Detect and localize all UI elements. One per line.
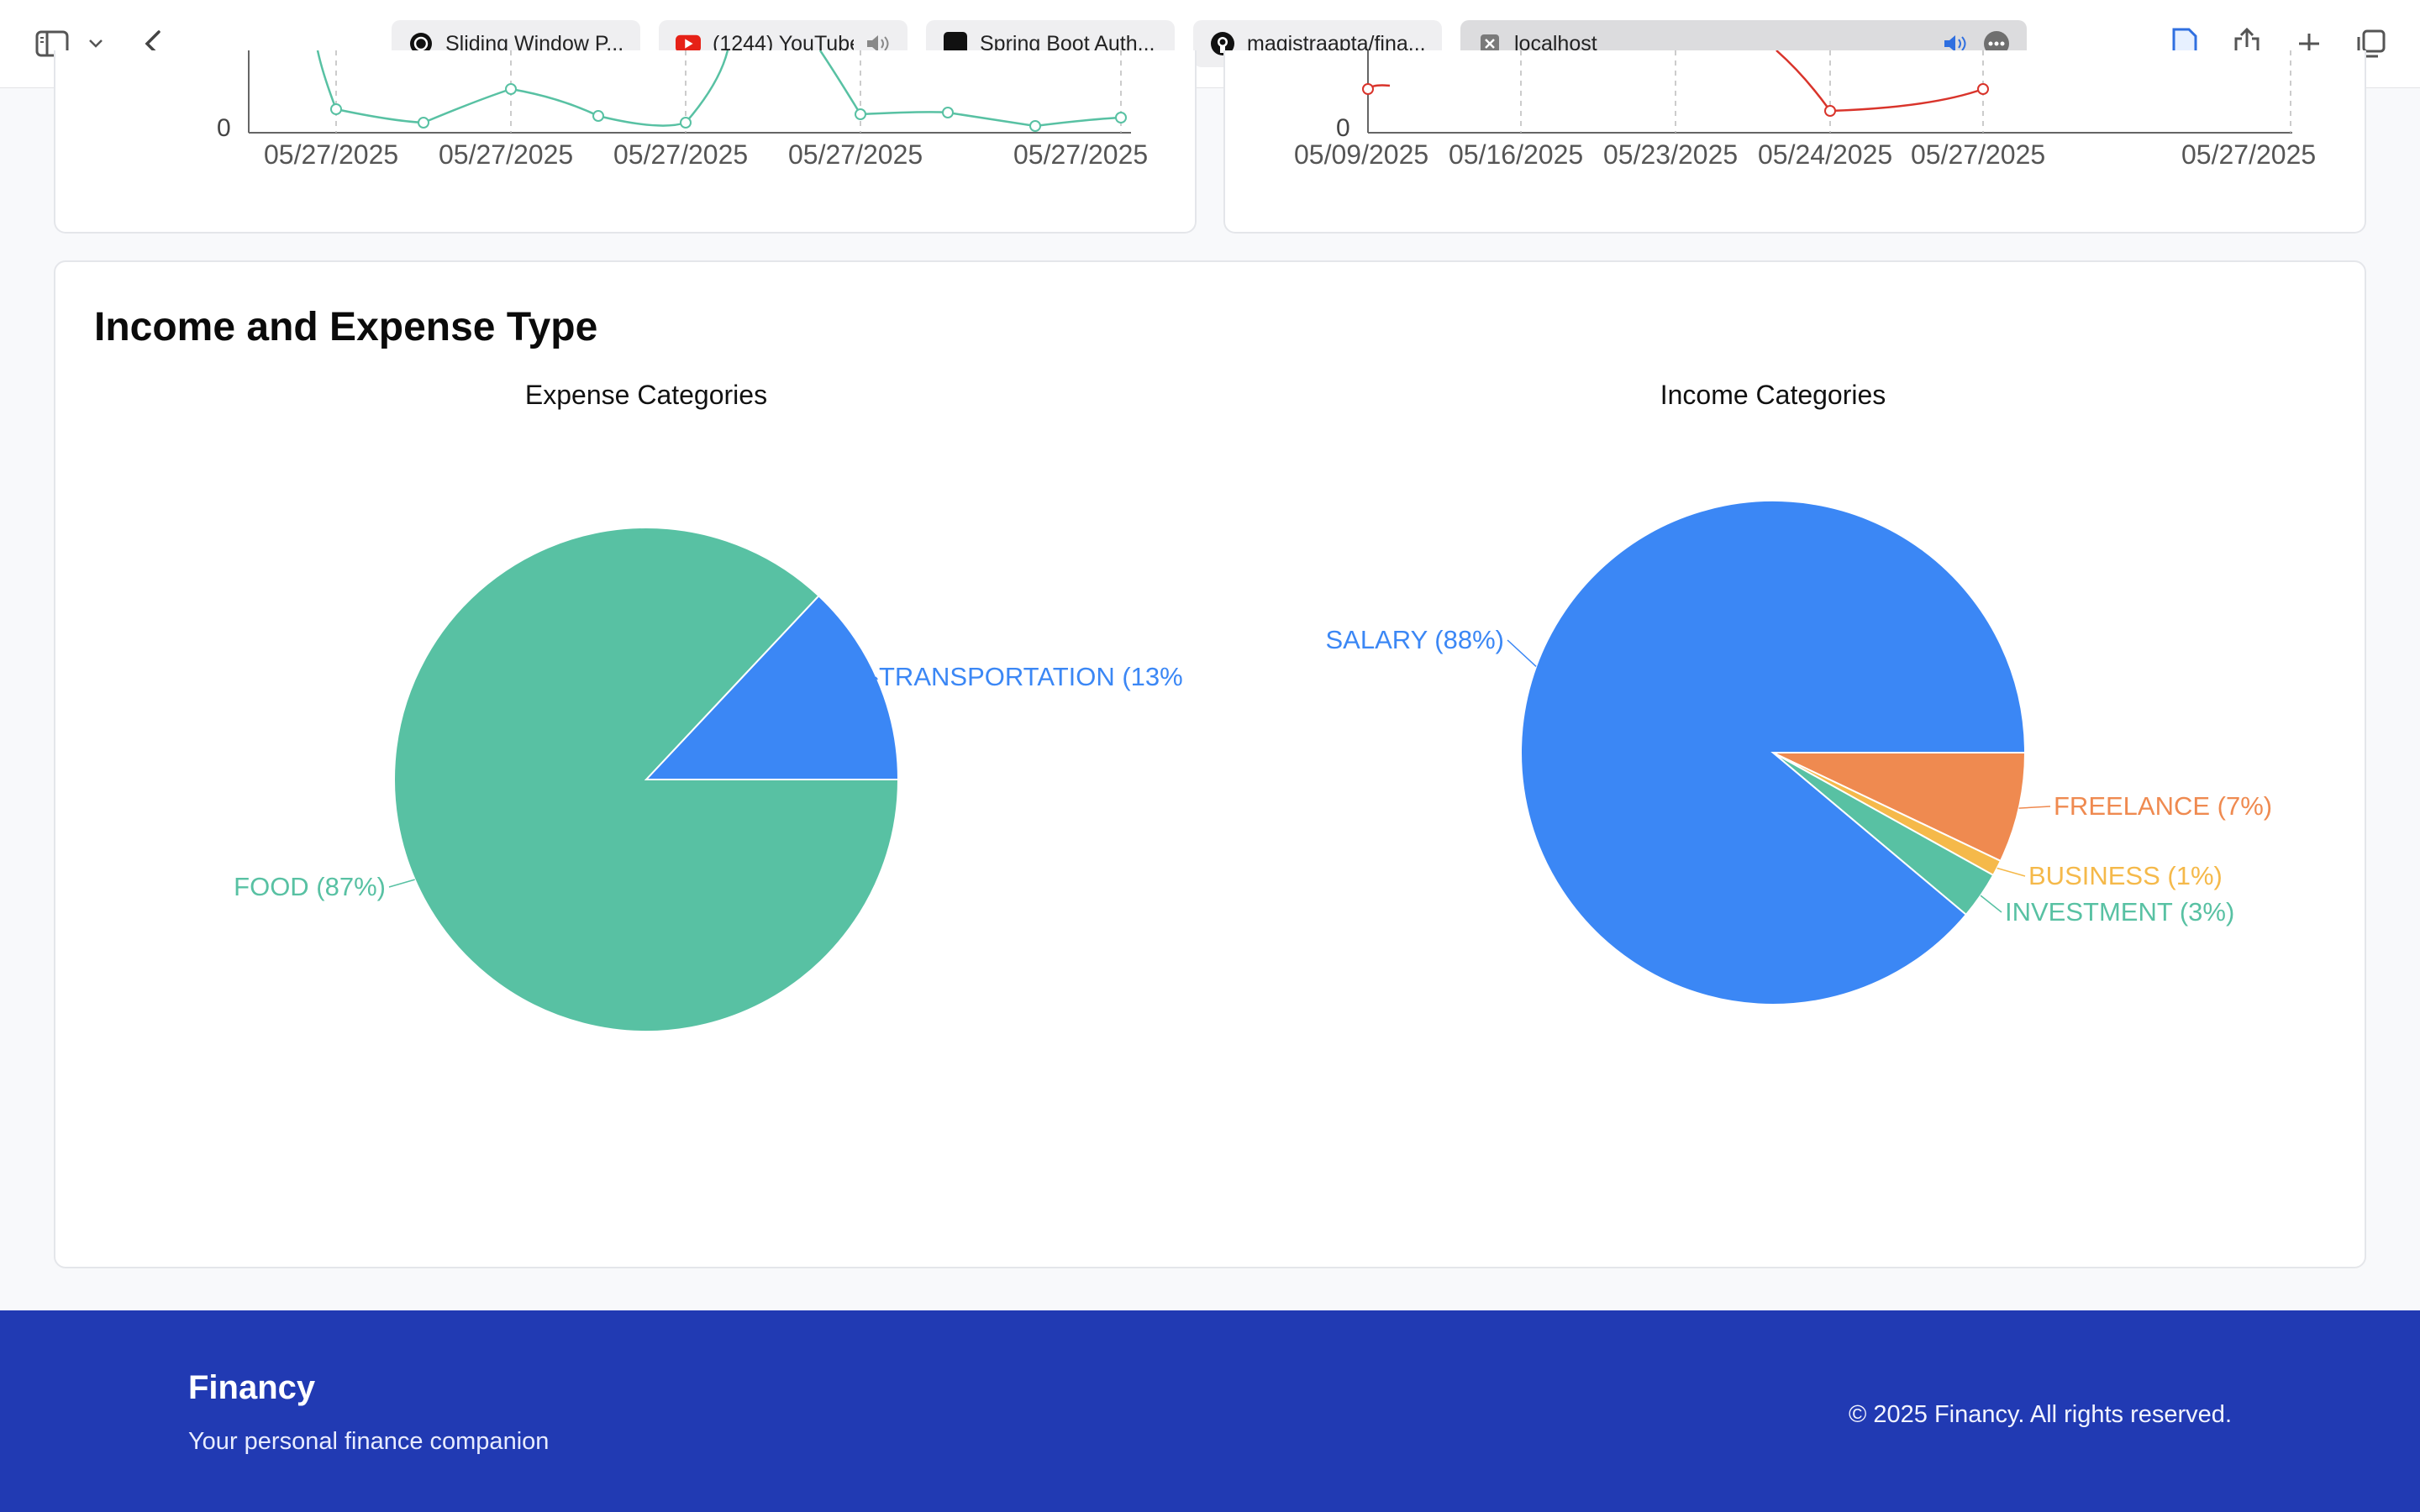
income-expense-type-card (54, 260, 2366, 1268)
x-axis-tick-label: 05/27/2025 (613, 139, 749, 170)
y-axis-zero-label: 0 (1336, 114, 1350, 142)
expense-chart-title: Expense Categories (524, 380, 768, 410)
x-axis-tick-label: 05/16/2025 (1449, 139, 1584, 170)
chevron-down-icon (89, 39, 103, 48)
x-axis-tick-label: 05/27/2025 (1013, 139, 1149, 170)
section-title: Income and Expense Type (94, 305, 598, 349)
x-axis-tick-label: 05/27/2025 (439, 139, 574, 170)
x-axis-tick-label: 05/27/2025 (264, 139, 399, 170)
income-chart-title: Income Categories (1660, 380, 1886, 410)
x-axis-tick-label: 05/23/2025 (1603, 139, 1739, 170)
footer-copyright: © 2025 Financy. All rights reserved. (1848, 1401, 2232, 1428)
footer-brand: Financy (188, 1369, 316, 1406)
x-axis-tick-label: 05/27/2025 (2181, 139, 2317, 170)
site-footer: Financy Your personal finance companion … (0, 1310, 2420, 1512)
trend-line-chart-card: 0 05/09/2025 05/16/2025 05/23/2025 05/24… (1223, 50, 2366, 234)
x-axis-tick-label: 05/24/2025 (1758, 139, 1893, 170)
y-axis-zero-label: 0 (217, 114, 231, 142)
balance-line-chart-card: 0 05/27/2025 05/27/2025 05/27/2025 05/27… (54, 50, 1197, 234)
right-line-chart (1362, 50, 2292, 134)
x-axis-tick-label: 05/27/2025 (1911, 139, 2046, 170)
x-axis-tick-label: 05/09/2025 (1294, 139, 1429, 170)
footer-tagline: Your personal finance companion (188, 1428, 550, 1455)
x-axis-tick-label: 05/27/2025 (788, 139, 923, 170)
